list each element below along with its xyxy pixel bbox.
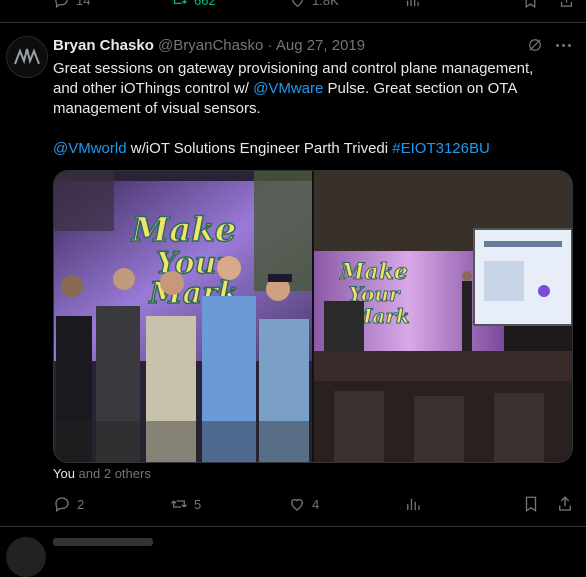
- text-line: and other iOThings control w/ @VMware Pu…: [53, 79, 563, 99]
- text-segment: Pulse. Great section on OTA: [323, 80, 518, 97]
- prev-like-button[interactable]: 1.8K: [289, 0, 339, 9]
- reply-button[interactable]: 2: [53, 495, 84, 513]
- svg-text:Make: Make: [131, 210, 237, 250]
- prev-retweet-button[interactable]: 662: [171, 0, 216, 9]
- previous-tweet-actions: 14 662 1.8K: [0, 0, 586, 23]
- prev-views-button[interactable]: [404, 0, 421, 9]
- hashtag-link[interactable]: #EIOT3126BU: [392, 140, 490, 157]
- text-segment: Great sessions on gateway provisioning a…: [53, 60, 534, 77]
- social-context[interactable]: You and 2 others: [53, 466, 151, 481]
- share-icon: [560, 0, 573, 7]
- avatar-logo: [7, 37, 47, 77]
- prev-reply-count: 14: [76, 0, 91, 8]
- views-icon: [407, 498, 420, 510]
- tweet-actions: 2 5 4: [53, 495, 571, 515]
- tweet-text: Great sessions on gateway provisioning a…: [53, 59, 563, 159]
- share-icon: [559, 496, 571, 511]
- text-segment: management of visual sensors.: [53, 100, 261, 117]
- text-segment: w/iOT Solutions Engineer Parth Trivedi: [126, 140, 393, 157]
- grok-button[interactable]: [526, 36, 544, 54]
- next-avatar[interactable]: [6, 537, 46, 577]
- prev-share-button[interactable]: [558, 0, 575, 9]
- reply-count: 2: [77, 496, 85, 512]
- like-count: 4: [312, 496, 320, 512]
- prev-retweet-count: 662: [194, 0, 216, 8]
- bookmark-button[interactable]: [522, 495, 540, 513]
- author-name[interactable]: Bryan Chasko: [53, 37, 154, 54]
- tweet[interactable]: Bryan Chasko @BryanChasko · Aug 27, 2019…: [0, 23, 586, 527]
- reply-icon: [55, 0, 68, 9]
- next-tweet[interactable]: [0, 527, 586, 577]
- group-photo-image: Make Your Mark: [54, 171, 312, 462]
- stage-photo[interactable]: Make Your Mark: [314, 171, 572, 462]
- like-button[interactable]: 4: [288, 495, 319, 513]
- bookmark-icon: [525, 496, 537, 513]
- retweet-icon: [172, 0, 188, 4]
- reply-icon: [55, 497, 69, 513]
- heart-icon: [291, 498, 303, 511]
- separator: ·: [267, 37, 273, 54]
- more-button[interactable]: [556, 36, 576, 54]
- text-line: @VMworld w/iOT Solutions Engineer Parth …: [53, 139, 563, 159]
- heart-icon: [292, 0, 303, 7]
- avatar[interactable]: [6, 36, 48, 78]
- grok-icon: [529, 39, 541, 51]
- more-dot: [568, 43, 571, 47]
- text-line: management of visual sensors.: [53, 99, 563, 119]
- prev-reply-button[interactable]: 14: [53, 0, 90, 9]
- prev-like-count: 1.8K: [312, 0, 339, 8]
- more-dot: [562, 43, 565, 47]
- share-button[interactable]: [556, 495, 574, 513]
- author-handle[interactable]: @BryanChasko: [158, 37, 263, 54]
- stage-photo-image: Make Your Mark: [314, 171, 572, 462]
- social-you: You: [53, 466, 75, 481]
- views-icon: [406, 0, 419, 7]
- retweet-button[interactable]: 5: [170, 495, 201, 513]
- social-others: and 2 others: [74, 466, 151, 481]
- retweet-count: 5: [194, 496, 202, 512]
- text-segment: and other iOThings control w/: [53, 80, 254, 97]
- more-dot: [556, 43, 559, 47]
- tweet-header: Bryan Chasko @BryanChasko · Aug 27, 2019: [53, 37, 365, 54]
- text-line: Great sessions on gateway provisioning a…: [53, 59, 563, 79]
- retweet-icon: [171, 500, 187, 508]
- tweet-date[interactable]: Aug 27, 2019: [276, 37, 365, 54]
- mention-vmworld[interactable]: @VMworld: [53, 140, 127, 157]
- next-author-placeholder: [53, 538, 153, 546]
- mention-vmware[interactable]: @VMware: [253, 80, 323, 97]
- group-photo[interactable]: Make Your Mark: [54, 171, 312, 462]
- prev-bookmark-button[interactable]: [522, 0, 539, 9]
- bookmark-icon: [525, 0, 536, 9]
- views-button[interactable]: [404, 495, 422, 513]
- tweet-media: Make Your Mark Make Your Mark: [53, 170, 573, 463]
